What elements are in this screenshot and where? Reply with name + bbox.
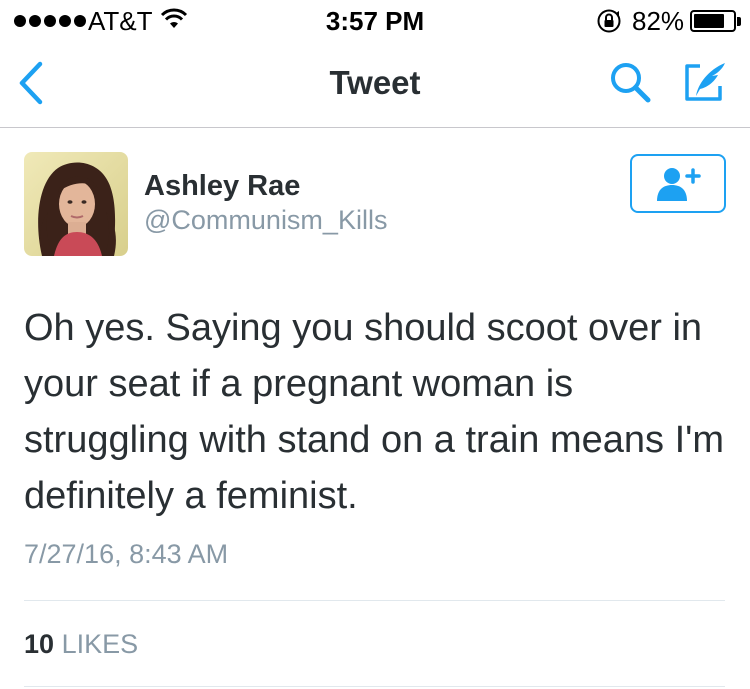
battery-percent: 82% [632,6,685,36]
add-user-icon [657,168,701,201]
likes-label: LIKES [61,629,139,659]
divider [24,686,725,687]
chevron-left-icon [19,61,43,105]
rotation-lock-icon [597,9,621,33]
tweet-text: Oh yes. Saying you should scoot over in … [24,307,725,517]
tweet-timestamp: 7/27/16, 8:43 AM [24,539,229,569]
author-name[interactable]: Ashley Rae [144,170,300,203]
back-button[interactable] [14,60,48,106]
search-button[interactable] [606,58,654,106]
likes-count: 10 [24,629,55,659]
likes-stat[interactable]: 10 LIKES [24,629,138,660]
navigation-bar: Tweet [0,42,750,128]
avatar[interactable] [24,152,128,256]
compose-button[interactable] [682,60,728,104]
battery-icon [690,10,736,32]
status-bar: AT&T 3:57 PM 82% [0,0,750,42]
follow-button[interactable] [630,154,726,213]
author-handle[interactable]: @Communism_Kills [144,205,387,236]
divider [24,600,725,601]
compose-tweet-icon [685,63,725,101]
search-icon [611,63,651,103]
